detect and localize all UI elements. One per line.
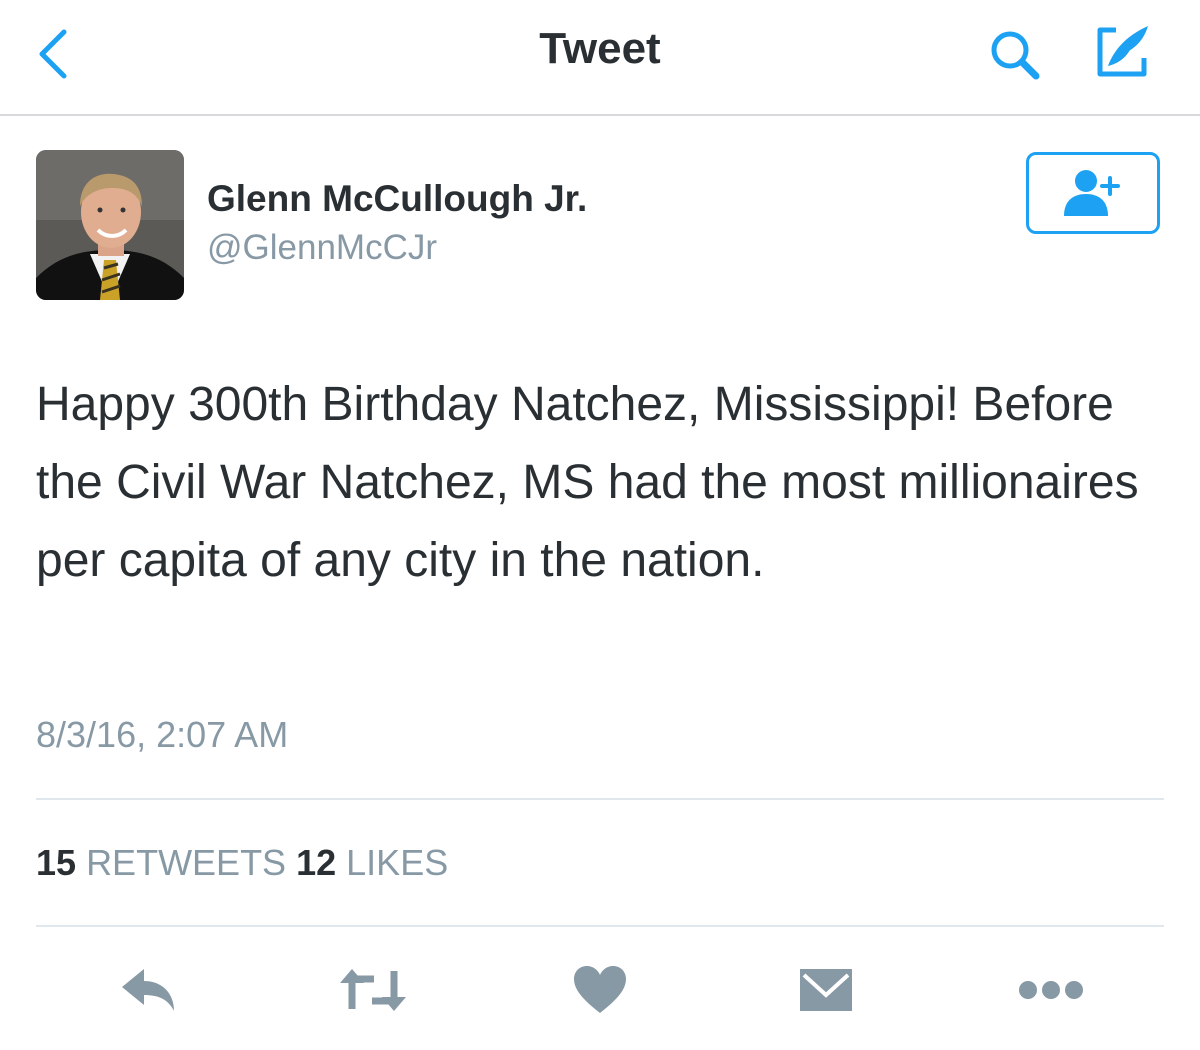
author-handle[interactable]: @GlennMcCJr	[207, 228, 437, 268]
add-user-icon	[1064, 170, 1120, 216]
reply-icon[interactable]	[118, 960, 180, 1020]
compose-icon[interactable]	[1086, 20, 1160, 84]
envelope-icon[interactable]	[796, 960, 856, 1020]
navigation-bar: Tweet	[0, 0, 1200, 116]
retweets-label: RETWEETS	[86, 842, 287, 883]
author-name[interactable]: Glenn McCullough Jr.	[207, 178, 587, 220]
tweet-text: Happy 300th Birthday Natchez, Mississipp…	[36, 378, 1139, 587]
more-icon[interactable]	[1018, 960, 1084, 1020]
divider	[36, 925, 1164, 927]
search-icon[interactable]	[980, 26, 1052, 82]
likes-stat[interactable]: 12 LIKES	[296, 842, 448, 883]
likes-label: LIKES	[346, 842, 449, 883]
likes-count: 12	[296, 842, 337, 883]
follow-button[interactable]	[1026, 152, 1160, 234]
tweet-timestamp: 8/3/16, 2:07 AM	[36, 714, 289, 755]
divider	[36, 798, 1164, 800]
retweets-count: 15	[36, 842, 77, 883]
retweets-stat[interactable]: 15 RETWEETS	[36, 842, 296, 883]
avatar[interactable]	[36, 150, 184, 300]
heart-icon[interactable]	[570, 960, 630, 1020]
engagement-stats: 15 RETWEETS 12 LIKES	[36, 842, 448, 884]
retweet-icon[interactable]	[336, 960, 410, 1020]
